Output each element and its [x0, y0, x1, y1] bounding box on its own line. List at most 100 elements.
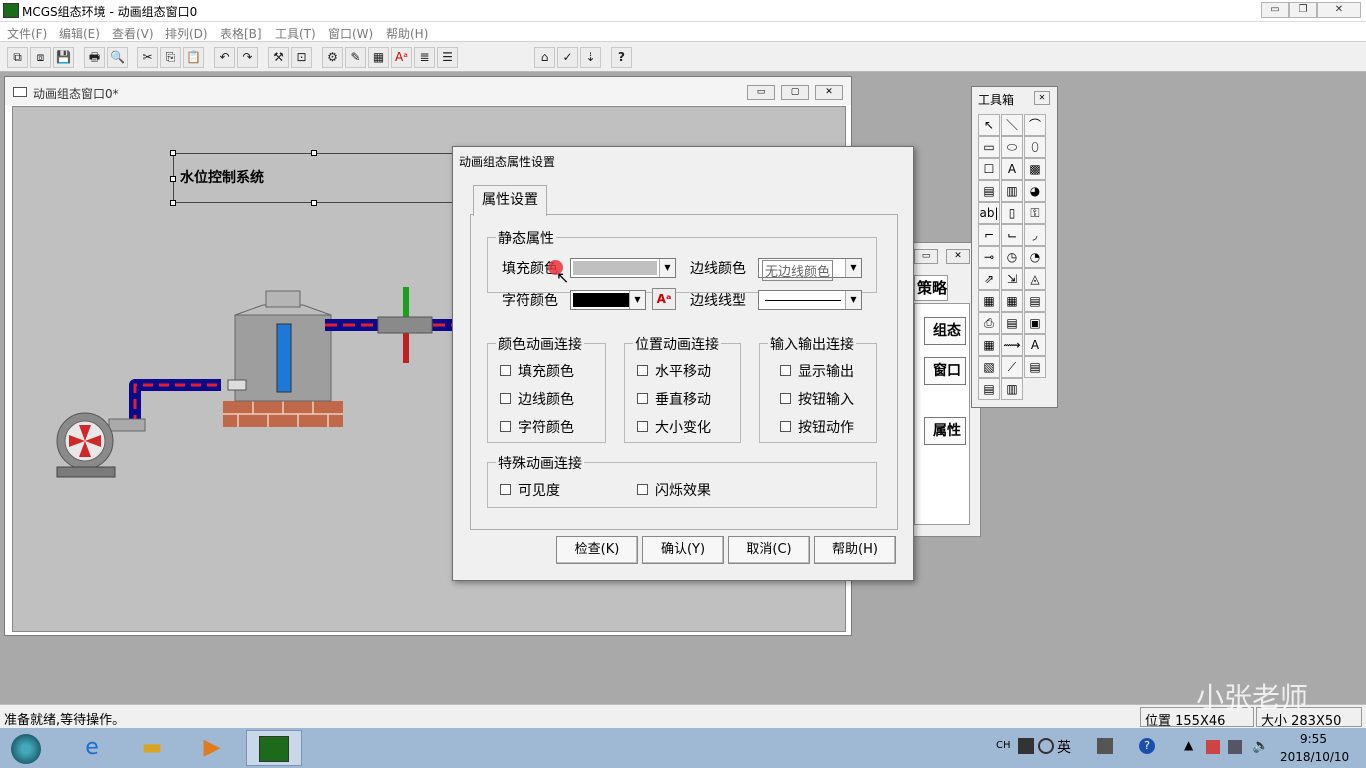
home-icon[interactable]: ⌂ — [534, 47, 555, 68]
toolbox-tool-0-icon[interactable]: ↖ — [978, 114, 1000, 136]
checkbox-visibility[interactable] — [500, 484, 511, 495]
help-tray-icon[interactable]: ? — [1139, 738, 1155, 754]
open-icon[interactable]: ⧈ — [30, 47, 51, 68]
process-graphics[interactable] — [13, 107, 453, 633]
config-button[interactable]: 组态 — [924, 317, 966, 345]
toolbox-tool-34-icon[interactable]: ⟋ — [1001, 356, 1023, 378]
toolbox-tool-25-icon[interactable]: ▦ — [1001, 290, 1023, 312]
toolbox-tool-10-icon[interactable]: ▥ — [1001, 180, 1023, 202]
menu-table[interactable]: 表格[B] — [220, 25, 262, 42]
check-button[interactable]: 检查(K) — [556, 536, 638, 564]
toolbox-tool-37-icon[interactable]: ▥ — [1001, 378, 1023, 400]
toolbox-tool-17-icon[interactable]: ◞ — [1024, 224, 1046, 246]
menu-file[interactable]: 文件(F) — [7, 25, 47, 42]
toolbox-tool-29-icon[interactable]: ▣ — [1024, 312, 1046, 334]
copy-icon[interactable]: ⎘ — [160, 47, 181, 68]
child-maximize-button[interactable]: ▢ — [781, 85, 809, 100]
close-button[interactable]: ✕ — [1317, 2, 1361, 18]
checkbox-fill-color[interactable] — [500, 365, 511, 376]
toolbox-tool-15-icon[interactable]: ⌐ — [978, 224, 1000, 246]
ime-mode[interactable]: 英 — [1057, 737, 1071, 757]
save-icon[interactable]: 💾 — [53, 47, 74, 68]
ime-icon[interactable] — [1018, 738, 1034, 754]
tab-strategy[interactable]: 策略 — [914, 275, 948, 301]
minimize-button[interactable]: ▭ — [1261, 2, 1289, 18]
ime-block-icon[interactable] — [1038, 738, 1054, 754]
lang-indicator[interactable]: CH — [996, 740, 1011, 751]
checkbox-border-color[interactable] — [500, 393, 511, 404]
align-icon[interactable]: ☰ — [437, 47, 458, 68]
toolbox-tool-6-icon[interactable]: ☐ — [978, 158, 1000, 180]
mcgs-taskbar-icon[interactable] — [246, 730, 302, 766]
toolbox-tool-30-icon[interactable]: ▦ — [978, 334, 1000, 356]
check-icon[interactable]: ✓ — [557, 47, 578, 68]
clock-date[interactable]: 2018/10/10 — [1280, 750, 1349, 764]
child-close-button[interactable]: ✕ — [815, 85, 843, 100]
confirm-button[interactable]: 确认(Y) — [642, 536, 724, 564]
toolbox-tool-19-icon[interactable]: ◷ — [1001, 246, 1023, 268]
checkbox-button-action[interactable] — [780, 421, 791, 432]
new-window-icon[interactable]: ⧉ — [7, 47, 28, 68]
frame-icon[interactable]: ⊡ — [291, 47, 312, 68]
help-icon[interactable]: ? — [611, 47, 632, 68]
undo-icon[interactable]: ↶ — [214, 47, 235, 68]
line-type-combo[interactable]: ▼ — [758, 290, 862, 310]
toolbox-tool-31-icon[interactable]: ⟿ — [1001, 334, 1023, 356]
toolbox-icon[interactable]: ⚒ — [268, 47, 289, 68]
cancel-button[interactable]: 取消(C) — [728, 536, 810, 564]
new-window-button[interactable]: 窗口 — [924, 357, 966, 385]
preview-icon[interactable]: 🔍 — [107, 47, 128, 68]
checkbox-size-change[interactable] — [637, 421, 648, 432]
toolbox-tool-32-icon[interactable]: A — [1024, 334, 1046, 356]
toolbox-tool-35-icon[interactable]: ▤ — [1024, 356, 1046, 378]
cut-icon[interactable]: ✂ — [137, 47, 158, 68]
font-color-combo[interactable]: ▼ — [570, 290, 646, 310]
edit-icon[interactable]: ✎ — [345, 47, 366, 68]
toolbox-tool-7-icon[interactable]: A — [1001, 158, 1023, 180]
checkbox-blink-effect[interactable] — [637, 484, 648, 495]
toolbox-tool-24-icon[interactable]: ▦ — [978, 290, 1000, 312]
tray-expand-icon[interactable]: ▲ — [1184, 738, 1193, 752]
toolbox-tool-8-icon[interactable]: ▩ — [1024, 158, 1046, 180]
properties-icon[interactable]: ⚙ — [322, 47, 343, 68]
toolbox-tool-16-icon[interactable]: ⌙ — [1001, 224, 1023, 246]
volume-icon[interactable]: 🔈 — [1252, 738, 1269, 754]
menu-view[interactable]: 查看(V) — [112, 25, 154, 42]
toolbox-tool-21-icon[interactable]: ⇗ — [978, 268, 1000, 290]
toolbox-tool-27-icon[interactable]: ⎙ — [978, 312, 1000, 334]
menu-tools[interactable]: 工具(T) — [275, 25, 316, 42]
toolbox-tool-20-icon[interactable]: ◔ — [1024, 246, 1046, 268]
toolbox-tool-3-icon[interactable]: ▭ — [978, 136, 1000, 158]
redo-icon[interactable]: ↷ — [237, 47, 258, 68]
toolbox-tool-22-icon[interactable]: ⇲ — [1001, 268, 1023, 290]
tab-properties[interactable]: 属性设置 — [473, 185, 547, 216]
toolbox-tool-26-icon[interactable]: ▤ — [1024, 290, 1046, 312]
toolbox-tool-11-icon[interactable]: ◕ — [1024, 180, 1046, 202]
toolbox-tool-12-icon[interactable]: ab| — [978, 202, 1000, 224]
window-properties-button[interactable]: 属性 — [924, 417, 966, 445]
grid-icon[interactable]: ▦ — [368, 47, 389, 68]
toolbox-tool-9-icon[interactable]: ▤ — [978, 180, 1000, 202]
bg-close-button[interactable]: ✕ — [946, 249, 970, 264]
border-color-combo[interactable]: 无边线颜色 ▼ — [758, 258, 862, 281]
help-button[interactable]: 帮助(H) — [814, 536, 896, 564]
toolbox-tool-36-icon[interactable]: ▤ — [978, 378, 1000, 400]
toolbox-tool-1-icon[interactable]: ＼ — [1001, 114, 1023, 136]
child-minimize-button[interactable]: ▭ — [747, 85, 775, 100]
toolbox-tool-4-icon[interactable]: ⬭ — [1001, 136, 1023, 158]
ie-icon[interactable]: e — [64, 730, 120, 766]
network-icon[interactable] — [1228, 740, 1242, 754]
ime-settings-icon[interactable] — [1097, 738, 1113, 754]
media-player-icon[interactable]: ▶ — [184, 730, 240, 766]
line-style-icon[interactable]: ≣ — [414, 47, 435, 68]
print-icon[interactable]: 🖶 — [84, 47, 105, 68]
bg-minimize-button[interactable]: ▭ — [914, 249, 938, 264]
font-settings-icon[interactable]: Aᵃ — [652, 288, 676, 310]
checkbox-vertical-move[interactable] — [637, 393, 648, 404]
menu-window[interactable]: 窗口(W) — [328, 25, 373, 42]
menu-arrange[interactable]: 排列(D) — [165, 25, 208, 42]
maximize-button[interactable]: ❐ — [1289, 2, 1317, 18]
menu-help[interactable]: 帮助(H) — [386, 25, 428, 42]
toolbox-tool-2-icon[interactable]: ⌒ — [1024, 114, 1046, 136]
fill-color-combo[interactable]: ▼ — [570, 258, 676, 278]
